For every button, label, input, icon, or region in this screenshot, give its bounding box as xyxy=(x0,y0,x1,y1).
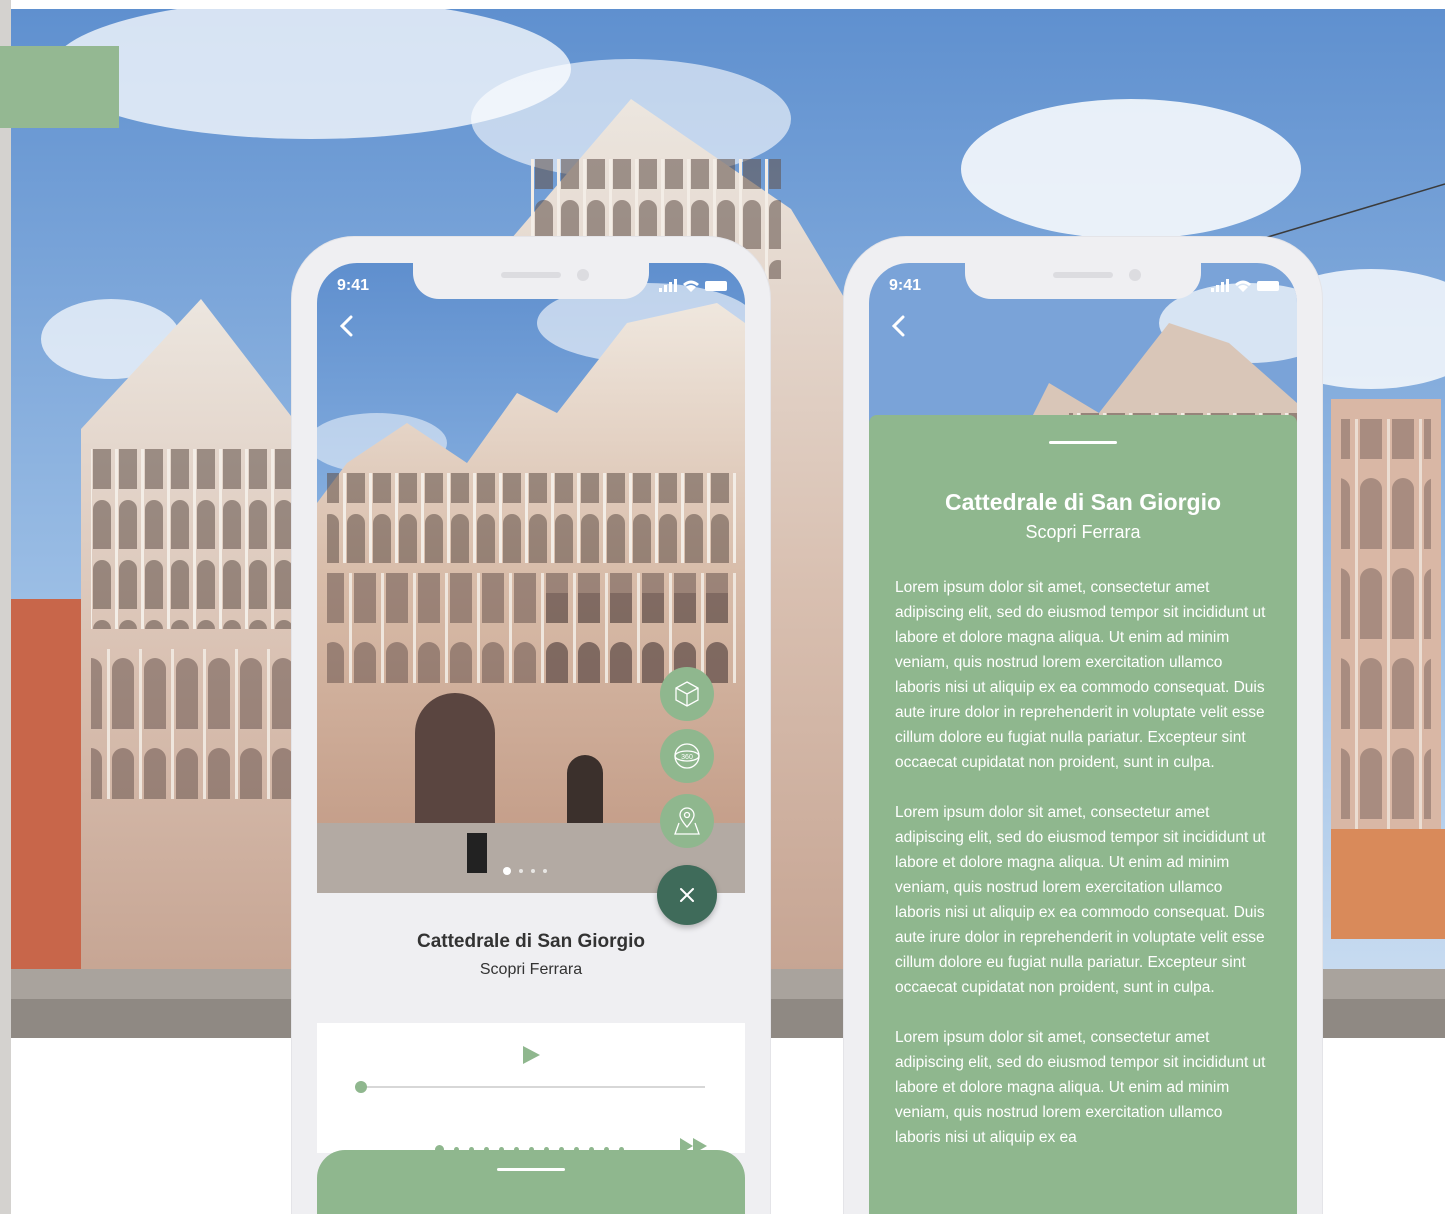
slide-dot[interactable] xyxy=(543,869,547,873)
decorative-green-square xyxy=(0,46,119,128)
wifi-icon xyxy=(683,280,699,292)
battery-icon xyxy=(1257,281,1279,291)
slide-dot[interactable] xyxy=(503,867,511,875)
slide-dot[interactable] xyxy=(531,869,535,873)
place-subtitle: Scopri Ferrara xyxy=(479,961,583,978)
360-view-icon: 360 xyxy=(674,743,700,769)
wifi-icon xyxy=(1235,280,1251,292)
phone-notch xyxy=(413,263,649,299)
slide-indicator xyxy=(503,867,547,875)
map-button[interactable] xyxy=(660,794,714,848)
chevron-left-icon xyxy=(891,315,905,337)
front-camera xyxy=(1129,269,1141,281)
description-sheet[interactable]: Cattedrale di San Giorgio Scopri Ferrara… xyxy=(869,415,1297,1214)
back-button[interactable] xyxy=(891,315,905,342)
signal-icon xyxy=(659,279,677,292)
play-icon xyxy=(523,1046,540,1064)
close-menu-button[interactable] xyxy=(657,865,717,925)
description-paragraph: Lorem ipsum dolor sit amet, consectetur … xyxy=(895,804,1266,996)
ar-cube-icon xyxy=(675,681,699,707)
speaker-grille xyxy=(501,272,561,278)
speaker-grille xyxy=(1053,272,1113,278)
place-subtitle: Scopri Ferrara xyxy=(1025,522,1141,542)
360-view-button[interactable]: 360 xyxy=(660,729,714,783)
description-paragraph: Lorem ipsum dolor sit amet, consectetur … xyxy=(895,579,1266,771)
phone-mockup-player: 9:41 360 Cattedrale di San Giorgio Scopr… xyxy=(292,237,770,1214)
bottom-sheet-collapsed[interactable] xyxy=(317,1150,745,1214)
ar-view-button[interactable] xyxy=(660,667,714,721)
close-icon xyxy=(680,888,694,902)
description-paragraph: Lorem ipsum dolor sit amet, consectetur … xyxy=(895,1029,1266,1146)
signal-icon xyxy=(1211,279,1229,292)
status-icons xyxy=(1211,279,1281,298)
map-pin-icon xyxy=(674,807,700,835)
progress-thumb[interactable] xyxy=(355,1081,367,1093)
svg-text:360: 360 xyxy=(681,754,693,761)
slide-dot[interactable] xyxy=(519,869,523,873)
chevron-left-icon xyxy=(339,315,353,337)
status-icons xyxy=(659,279,729,298)
status-time: 9:41 xyxy=(337,277,370,294)
progress-track[interactable] xyxy=(361,1086,705,1088)
battery-icon xyxy=(705,281,727,291)
status-time: 9:41 xyxy=(889,277,922,294)
front-camera xyxy=(577,269,589,281)
back-button[interactable] xyxy=(339,315,353,342)
phone-mockup-description: 9:41 Cattedrale di San Giorgio Scopri Fe… xyxy=(844,237,1322,1214)
place-title: Cattedrale di San Giorgio xyxy=(416,931,646,952)
phone-screen: 9:41 Cattedrale di San Giorgio Scopri Fe… xyxy=(869,263,1297,1214)
top-margin xyxy=(0,0,1445,9)
phone-notch xyxy=(965,263,1201,299)
left-margin-strip xyxy=(0,0,11,1214)
audio-player xyxy=(317,1023,745,1154)
sheet-handle[interactable] xyxy=(497,1168,565,1171)
play-button[interactable] xyxy=(521,1045,541,1070)
phone-screen: 9:41 360 Cattedrale di San Giorgio Scopr… xyxy=(317,263,745,1214)
place-title: Cattedrale di San Giorgio xyxy=(944,489,1222,515)
sheet-handle[interactable] xyxy=(1049,441,1117,444)
